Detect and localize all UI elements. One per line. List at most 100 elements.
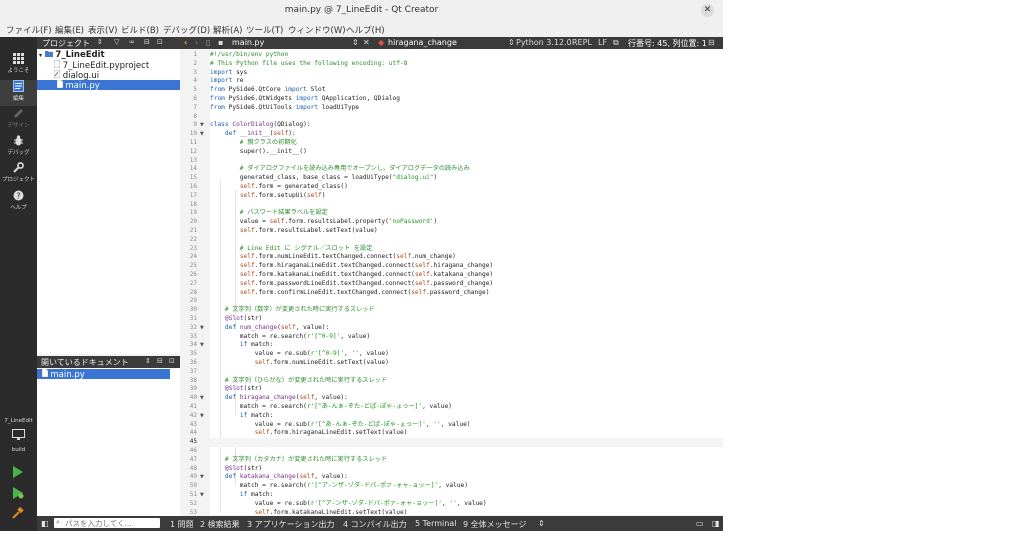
code-line[interactable]: self.form.confirmLineEdit.textChanged.co…: [210, 289, 490, 298]
mode-welcome[interactable]: ようこそ: [0, 53, 37, 79]
link-icon[interactable]: ∞: [129, 38, 135, 46]
split-icon[interactable]: ⊟: [144, 38, 150, 46]
chevron-updown-icon[interactable]: ⇕: [145, 357, 151, 365]
code-line[interactable]: from PySide6.QtWidgets import QApplicati…: [210, 95, 400, 104]
code-line[interactable]: #!/usr/bin/env python: [210, 51, 288, 60]
code-line[interactable]: self.form.setupUi(self): [210, 192, 326, 201]
fold-marker-icon[interactable]: ▼: [200, 412, 204, 421]
line-ending[interactable]: LF: [598, 38, 607, 47]
current-file-dropdown[interactable]: main.py: [232, 38, 264, 47]
code-line[interactable]: self.form.hiraganaLineEdit.setText(value…: [210, 429, 408, 438]
code-line[interactable]: self.form.resultsLabel.setText(value): [210, 227, 378, 236]
locator-box[interactable]: ⌕: [54, 518, 160, 528]
fold-marker-icon[interactable]: ▼: [200, 394, 204, 403]
menu-edit[interactable]: 編集(E): [55, 24, 84, 36]
filter-icon[interactable]: ▽: [114, 38, 119, 46]
menu-help[interactable]: ヘルプ(H): [346, 24, 385, 36]
code-line[interactable]: self.form.katakanaLineEdit.setText(value…: [210, 509, 408, 515]
back-arrow-icon[interactable]: ‹: [184, 38, 187, 47]
code-editor[interactable]: 1 2 3 4 5 6 7 8 9 ▼ 10 ▼ 11 12 13 14 15 16 17 18 19 20 21 22 23 2…: [180, 49, 723, 515]
mode-projects[interactable]: プロジェクト: [0, 162, 37, 188]
menu-build[interactable]: ビルド(B): [121, 24, 159, 36]
code-line[interactable]: # 親クラスの初期化: [210, 139, 297, 148]
pane-terminal[interactable]: 5 Terminal: [415, 519, 456, 528]
fold-marker-icon[interactable]: ▼: [200, 341, 204, 350]
tree-item-dialog-ui[interactable]: dialog.ui: [53, 69, 99, 81]
code-line[interactable]: from PySide6.QtCore import Slot: [210, 86, 326, 95]
code-line[interactable]: self.form.passwordLineEdit.textChanged.c…: [210, 280, 493, 289]
monitor-icon[interactable]: [12, 429, 25, 444]
code-line[interactable]: if match:: [210, 491, 274, 500]
code-line[interactable]: self.form.numLineEdit.setText(value): [210, 359, 389, 368]
code-line[interactable]: value = re.sub(r'[^ア-ンザ-ゾダ-ドパ-ポァ-ォャ-ョッー]…: [210, 500, 487, 509]
open-doc-main-py[interactable]: main.py: [37, 368, 170, 380]
code-line[interactable]: # 文字列（ひらがな）が変更された時に実行するスレッド: [210, 377, 387, 386]
pane-search-results[interactable]: 2 検索結果: [200, 519, 240, 530]
code-line[interactable]: value = re.sub(r'[^0-9]', '', value): [210, 350, 389, 359]
code-line[interactable]: # Line Edit に シグナル／スロット を設定: [210, 245, 373, 254]
tree-item-project[interactable]: ▾ 7_LineEdit: [39, 50, 105, 60]
pane-application-output[interactable]: 3 アプリケーション出力: [247, 519, 334, 530]
menu-analyze[interactable]: 解析(A): [213, 24, 242, 36]
code-line[interactable]: value = re.sub(r'[^あ-んぁ-ぞた-どぱ-ぽゃ-ょっー]', …: [210, 421, 471, 430]
cursor-position[interactable]: 行番号: 45, 列位置: 1: [628, 38, 707, 49]
code-line[interactable]: # 文字列（数字）が変更された時に実行するスレッド: [210, 306, 375, 315]
mode-edit[interactable]: 編集: [0, 80, 37, 106]
code-line[interactable]: def katakana_change(self, value):: [210, 473, 348, 482]
pane-general-messages[interactable]: 9 全体メッセージ: [463, 519, 526, 530]
build-hammer-icon[interactable]: [12, 506, 24, 522]
locator-input[interactable]: [65, 518, 157, 528]
menu-file[interactable]: ファイル(F): [6, 24, 52, 36]
close-icon[interactable]: ✕: [701, 4, 714, 17]
code-line[interactable]: value = self.form.resultsLabel.property(…: [210, 218, 437, 227]
mode-help[interactable]: ? ヘルプ: [0, 190, 37, 216]
code-line[interactable]: [210, 438, 723, 447]
fold-marker-icon[interactable]: ▼: [200, 130, 204, 139]
split-icon[interactable]: ⊟: [157, 357, 163, 365]
menu-tools[interactable]: ツール(T): [246, 24, 283, 36]
code-line[interactable]: # 文字列（カタカナ）が変更された時に実行するスレッド: [210, 456, 387, 465]
symbol-dropdown[interactable]: hiragana_change: [388, 38, 457, 47]
forward-arrow-icon[interactable]: ›: [195, 38, 198, 47]
split-editor-icon[interactable]: ⧉: [613, 38, 619, 48]
code-line[interactable]: def num_change(self, value):: [210, 324, 329, 333]
code-line[interactable]: match = re.search(r'[^0-9]', value): [210, 333, 370, 342]
code-line[interactable]: super().__init__(): [210, 148, 307, 157]
code-line[interactable]: import sys: [210, 69, 247, 78]
code-area[interactable]: #!/usr/bin/env python # This Python file …: [210, 49, 723, 515]
code-line[interactable]: self.form.hiraganaLineEdit.textChanged.c…: [210, 262, 493, 271]
close-pane-icon[interactable]: ⊡: [157, 38, 163, 46]
chevron-updown-icon[interactable]: ⇕: [508, 38, 515, 47]
code-line[interactable]: class ColorDialog(QDialog):: [210, 121, 311, 130]
pane-issues[interactable]: 1 問題: [170, 519, 194, 530]
code-line[interactable]: @Slot(str): [210, 385, 262, 394]
code-line[interactable]: @Slot(str): [210, 315, 262, 324]
mode-debug[interactable]: デバッグ: [0, 135, 37, 161]
more-panes-icon[interactable]: ⇕: [538, 519, 545, 528]
code-line[interactable]: match = re.search(r'[^ア-ンザ-ゾダ-ドパ-ポァ-ォャ-ョ…: [210, 482, 468, 491]
fold-marker-icon[interactable]: ▼: [200, 491, 204, 500]
code-line[interactable]: def __init__(self):: [210, 130, 296, 139]
fold-marker-icon[interactable]: ▼: [200, 121, 204, 130]
code-line[interactable]: if match:: [210, 341, 274, 350]
code-line[interactable]: # パスワード結果ラベルを設定: [210, 209, 328, 218]
code-line[interactable]: from PySide6.QtUiTools import loadUiType: [210, 104, 359, 113]
project-panel-title[interactable]: プロジェクト: [42, 38, 90, 49]
menu-window[interactable]: ウィンドウ(W): [288, 24, 346, 36]
close-document-icon[interactable]: ✕: [363, 38, 370, 47]
split-icon[interactable]: ⊟: [708, 38, 715, 47]
chevron-updown-icon[interactable]: ⇕: [352, 38, 359, 47]
fold-marker-icon[interactable]: ▼: [200, 473, 204, 482]
code-line[interactable]: match = re.search(r'[^あ-んぁ-ぞた-どぱ-ぽゃ-ょっー]…: [210, 403, 452, 412]
code-line[interactable]: self.form.numLineEdit.textChanged.connec…: [210, 253, 456, 262]
code-line[interactable]: import re: [210, 77, 244, 86]
tree-item-main-py[interactable]: main.py: [37, 79, 180, 91]
code-line[interactable]: if match:: [210, 412, 274, 421]
code-line[interactable]: self.form = generated_class(): [210, 183, 348, 192]
code-line[interactable]: def hiragana_change(self, value):: [210, 394, 348, 403]
code-line[interactable]: self.form.katakanaLineEdit.textChanged.c…: [210, 271, 493, 280]
menu-debug[interactable]: デバッグ(D): [163, 24, 210, 36]
repl-button[interactable]: REPL: [572, 38, 592, 47]
run-icon[interactable]: [12, 466, 24, 481]
fold-marker-icon[interactable]: ▼: [200, 324, 204, 333]
